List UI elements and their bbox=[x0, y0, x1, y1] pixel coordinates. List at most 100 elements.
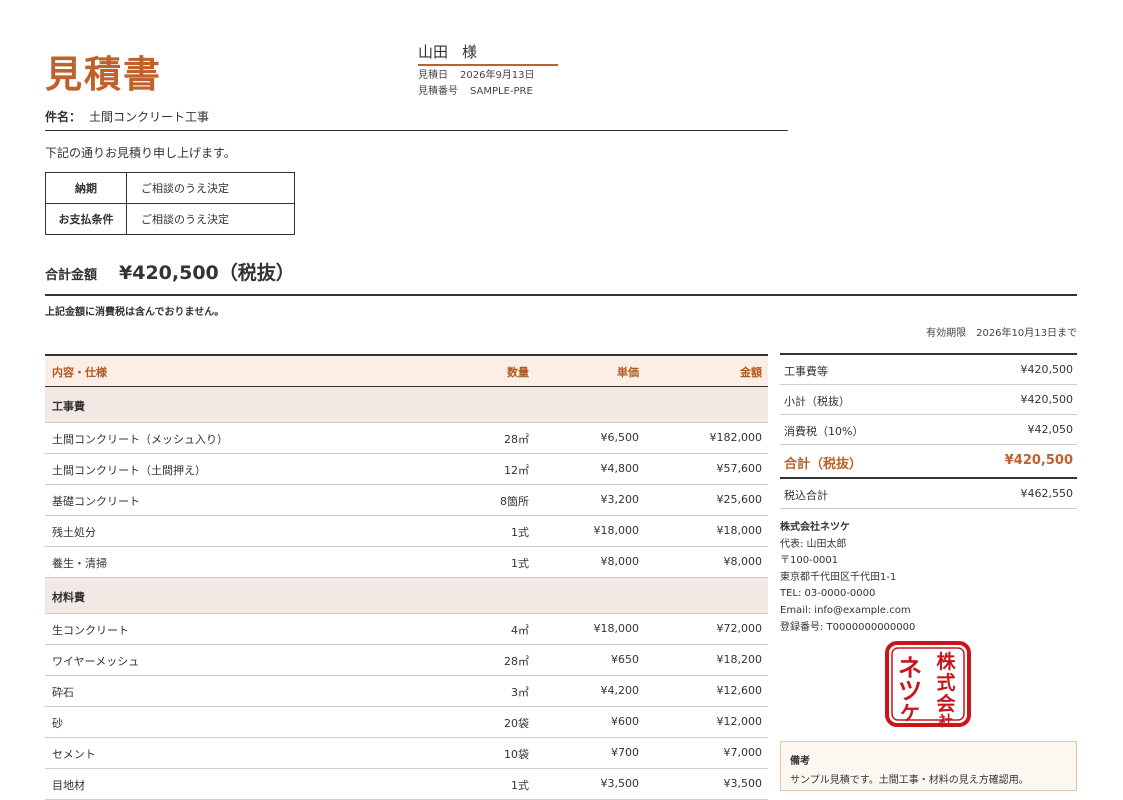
intro-text: 下記の通りお見積り申し上げます。 bbox=[45, 146, 236, 160]
summary-subtotal-label: 小計（税抜） bbox=[784, 395, 850, 408]
validity-date: 2026年10月13日まで bbox=[976, 328, 1077, 339]
validity-label: 有効期限 bbox=[926, 328, 967, 339]
item-qty: 3㎥ bbox=[511, 686, 529, 699]
line-item-row: 生コンクリート 4㎥ ¥18,000 ¥72,000 bbox=[45, 614, 768, 645]
item-amount: ¥18,000 bbox=[716, 524, 763, 537]
remarks-box: 備考 サンプル見積です。土間工事・材料の見え方確認用。 bbox=[780, 741, 1077, 791]
estimate-date: 見積日 2026年9月13日 bbox=[418, 66, 535, 81]
item-name: 砕石 bbox=[52, 686, 74, 699]
header-price: 単価 bbox=[617, 366, 639, 379]
payment-label: お支払条件 bbox=[45, 203, 127, 235]
item-qty: 1式 bbox=[511, 779, 529, 792]
section-header-row: 材料費 bbox=[45, 578, 768, 614]
item-name: 基礎コンクリート bbox=[52, 495, 140, 508]
line-item-row: 養生・清掃 1式 ¥8,000 ¥8,000 bbox=[45, 547, 768, 578]
item-qty: 28㎡ bbox=[504, 433, 529, 446]
item-qty: 20袋 bbox=[504, 717, 529, 730]
item-qty: 8箇所 bbox=[500, 495, 529, 508]
summary-row-tax: 消費税（10%） ¥42,050 bbox=[780, 415, 1077, 445]
client-name-text: 山田 bbox=[418, 43, 449, 61]
summary-grand-value: ¥420,500 bbox=[1004, 453, 1073, 468]
client-honorific: 様 bbox=[462, 43, 478, 61]
item-qty: 4㎥ bbox=[511, 624, 529, 637]
item-qty: 28㎡ bbox=[504, 655, 529, 668]
summary-tax-value: ¥42,050 bbox=[1027, 423, 1074, 436]
company-representative: 代表: 山田太郎 bbox=[780, 538, 847, 550]
summary-row-subtotal: 小計（税抜） ¥420,500 bbox=[780, 385, 1077, 415]
section-header-row: 工事費 bbox=[45, 387, 768, 423]
remarks-title: 備考 bbox=[790, 756, 810, 767]
line-item-row: 砕石 3㎥ ¥4,200 ¥12,600 bbox=[45, 676, 768, 707]
line-item-row: ワイヤーメッシュ 28㎡ ¥650 ¥18,200 bbox=[45, 645, 768, 676]
total-amount-label: 合計金額 bbox=[45, 268, 98, 283]
item-unit-price: ¥8,000 bbox=[600, 555, 640, 568]
item-unit-price: ¥600 bbox=[611, 715, 639, 728]
item-name: 残土処分 bbox=[52, 526, 96, 539]
line-item-row: 土間コンクリート（メッシュ入り） 28㎡ ¥6,500 ¥182,000 bbox=[45, 423, 768, 454]
item-amount: ¥7,000 bbox=[723, 746, 763, 759]
terms-table: 納期 ご相談のうえ決定 お支払条件 ご相談のうえ決定 bbox=[45, 172, 295, 235]
item-name: 生コンクリート bbox=[52, 624, 129, 637]
summary-table: 工事費等 ¥420,500 小計（税抜） ¥420,500 消費税（10%） ¥… bbox=[780, 353, 1077, 509]
item-unit-price: ¥18,000 bbox=[593, 622, 640, 635]
line-item-row: 目地材 1式 ¥3,500 ¥3,500 bbox=[45, 769, 768, 800]
item-amount: ¥72,000 bbox=[716, 622, 763, 635]
company-email: Email: info@example.com bbox=[780, 604, 911, 616]
summary-row-tax-included: 税込合計 ¥462,550 bbox=[780, 479, 1077, 509]
subject-line: 件名： 土間コンクリート工事 bbox=[45, 108, 788, 131]
total-amount-block: 合計金額 ¥420,500（税抜） bbox=[45, 256, 1077, 296]
document-title: 見積書 bbox=[45, 53, 162, 96]
summary-row-grand-total: 合計（税抜） ¥420,500 bbox=[780, 445, 1077, 479]
estimate-number-value: SAMPLE-PRE bbox=[470, 86, 533, 97]
summary-incl-value: ¥462,550 bbox=[1020, 487, 1074, 500]
item-unit-price: ¥4,800 bbox=[600, 462, 640, 475]
item-amount: ¥18,200 bbox=[716, 653, 763, 666]
delivery-value: ご相談のうえ決定 bbox=[126, 172, 295, 204]
company-seal-stamp: 株 式 会 社 ネ ツ ケ bbox=[885, 641, 971, 728]
summary-incl-label: 税込合計 bbox=[784, 489, 828, 502]
item-qty: 1式 bbox=[511, 557, 529, 570]
company-tel: TEL: 03-0000-0000 bbox=[780, 588, 876, 600]
item-qty: 10袋 bbox=[504, 748, 529, 761]
delivery-label: 納期 bbox=[45, 172, 127, 204]
item-unit-price: ¥3,200 bbox=[600, 493, 640, 506]
line-item-row: 残土処分 1式 ¥18,000 ¥18,000 bbox=[45, 516, 768, 547]
total-amount-value: ¥420,500（税抜） bbox=[119, 262, 295, 284]
validity: 有効期限 2026年10月13日まで bbox=[926, 324, 1077, 339]
summary-construction-value: ¥420,500 bbox=[1020, 363, 1074, 376]
terms-row-payment: お支払条件 ご相談のうえ決定 bbox=[45, 203, 295, 235]
item-unit-price: ¥18,000 bbox=[593, 524, 640, 537]
remarks-text: サンプル見積です。土間工事・材料の見え方確認用。 bbox=[790, 775, 1029, 786]
item-unit-price: ¥4,200 bbox=[600, 684, 640, 697]
estimate-date-value: 2026年9月13日 bbox=[460, 70, 535, 81]
item-name: 土間コンクリート（メッシュ入り） bbox=[52, 433, 228, 446]
estimate-date-label: 見積日 bbox=[418, 70, 448, 81]
company-address: 東京都千代田区千代田1-1 bbox=[780, 571, 897, 583]
section-title: 材料費 bbox=[52, 591, 85, 604]
terms-row-delivery: 納期 ご相談のうえ決定 bbox=[45, 172, 295, 204]
item-amount: ¥8,000 bbox=[723, 555, 763, 568]
company-postal: 〒100-0001 bbox=[780, 555, 839, 567]
items-header-row: 内容・仕様 数量 単価 金額 bbox=[45, 356, 768, 387]
item-unit-price: ¥650 bbox=[611, 653, 639, 666]
header-amount: 金額 bbox=[740, 366, 762, 379]
item-unit-price: ¥700 bbox=[611, 746, 639, 759]
subject-value: 土間コンクリート工事 bbox=[89, 110, 210, 124]
line-item-row: 基礎コンクリート 8箇所 ¥3,200 ¥25,600 bbox=[45, 485, 768, 516]
svg-text:会: 会 bbox=[936, 692, 955, 715]
line-item-row: セメント 10袋 ¥700 ¥7,000 bbox=[45, 738, 768, 769]
svg-text:式: 式 bbox=[936, 671, 955, 694]
estimate-number: 見積番号 SAMPLE-PRE bbox=[418, 82, 533, 97]
summary-grand-label: 合計（税抜） bbox=[784, 457, 863, 472]
estimate-number-label: 見積番号 bbox=[418, 86, 458, 97]
item-name: 目地材 bbox=[52, 779, 85, 792]
section-title: 工事費 bbox=[52, 400, 85, 413]
item-name: 土間コンクリート（土間押え） bbox=[52, 464, 206, 477]
line-item-row: 土間コンクリート（土間押え） 12㎡ ¥4,800 ¥57,600 bbox=[45, 454, 768, 485]
tax-note: 上記金額に消費税は含んでおりません。 bbox=[45, 307, 225, 318]
item-amount: ¥25,600 bbox=[716, 493, 763, 506]
summary-row-construction: 工事費等 ¥420,500 bbox=[780, 355, 1077, 385]
item-unit-price: ¥3,500 bbox=[600, 777, 640, 790]
item-amount: ¥12,600 bbox=[716, 684, 763, 697]
item-unit-price: ¥6,500 bbox=[600, 431, 640, 444]
